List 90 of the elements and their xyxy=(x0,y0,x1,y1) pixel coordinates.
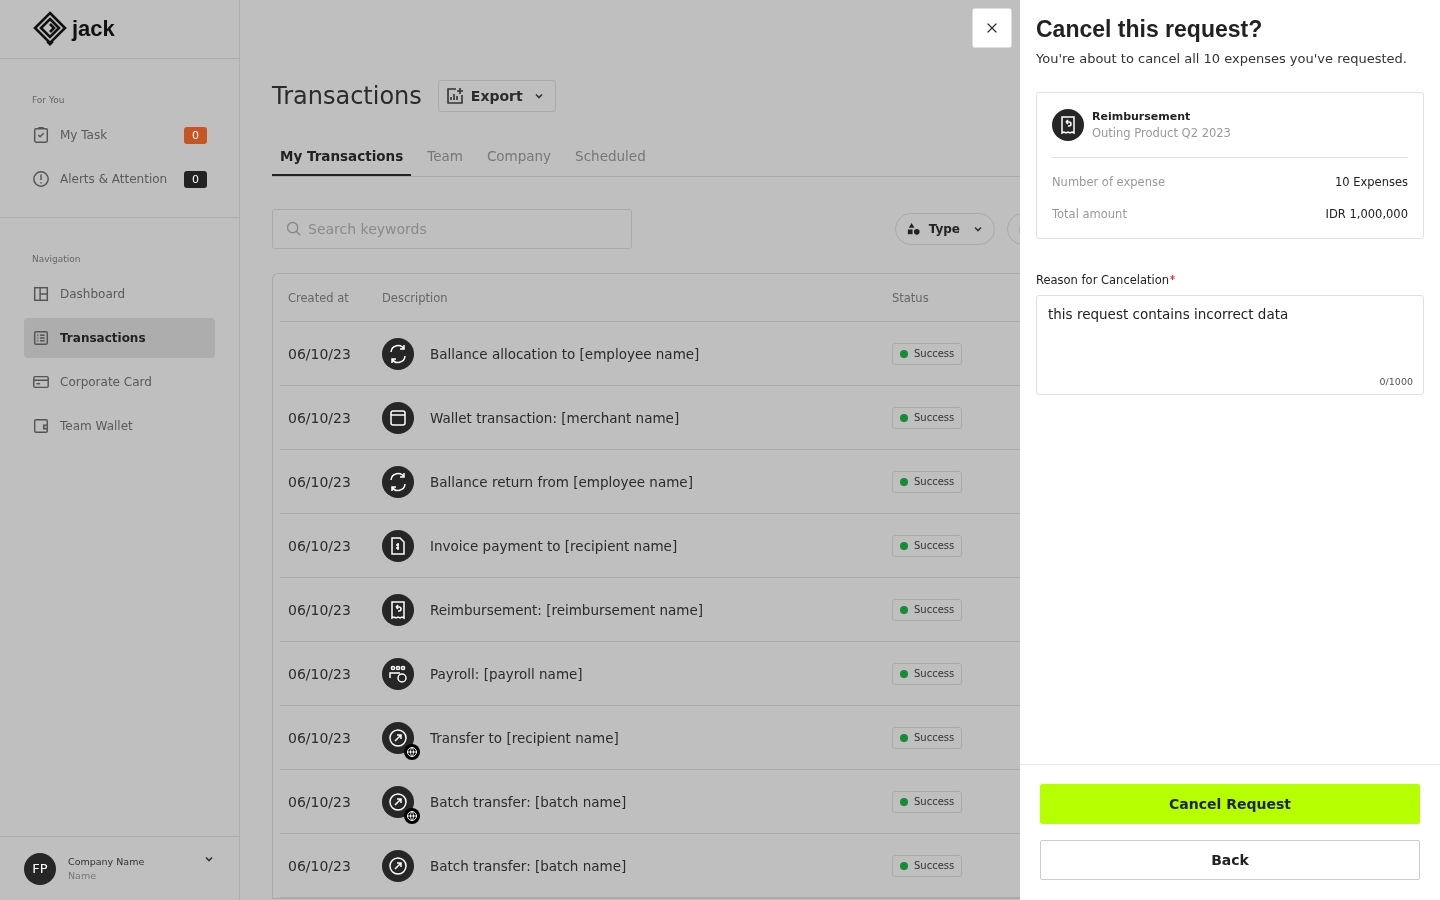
invoice-icon xyxy=(382,529,414,562)
detail-label: Total amount xyxy=(1052,207,1127,221)
status-dot xyxy=(900,541,908,550)
section-title: Navigation xyxy=(31,254,82,264)
field-label: Reason for Cancelation xyxy=(1036,273,1170,287)
description-cell: Transfer to [recipient name] xyxy=(430,729,619,746)
status-dot xyxy=(900,605,908,614)
status-dot xyxy=(900,349,908,358)
request-type: Reimbursement xyxy=(1092,110,1192,123)
description-cell: Batch transfer: [batch name] xyxy=(430,793,627,810)
date-cell-text: 06/10/23 xyxy=(287,729,352,746)
status-text: Success xyxy=(914,348,955,359)
character-counter: 0/1000 xyxy=(1379,376,1413,387)
credit-card-icon xyxy=(32,373,50,391)
close-icon xyxy=(985,21,999,35)
nav-item[interactable]: Team Wallet xyxy=(24,406,215,446)
status-dot xyxy=(900,733,908,742)
nav-item[interactable]: Dashboard xyxy=(24,274,215,314)
reimbursement-icon xyxy=(382,593,414,626)
wallet-icon xyxy=(32,417,50,435)
dialog-subtitle: You're about to cancel all 10 expenses you've requested. xyxy=(1036,51,1408,66)
detail-value: IDR 1,000,000 xyxy=(1325,207,1408,221)
nav-item[interactable]: Alerts & Attention 0 xyxy=(24,159,215,199)
wallet-icon xyxy=(382,401,414,434)
detail-label: Number of expense xyxy=(1052,175,1165,189)
status-text: Success xyxy=(914,860,955,871)
date-cell-text: 06/10/23 xyxy=(287,345,352,362)
status-text: Success xyxy=(914,796,955,807)
count-badge: 0 xyxy=(184,126,207,144)
status-dot xyxy=(900,669,908,678)
date-cell-text: 06/10/23 xyxy=(287,857,352,874)
user-name: Name xyxy=(68,870,98,881)
logo-text: jack xyxy=(72,16,115,42)
description-cell: Invoice payment to [recipient name] xyxy=(430,537,678,554)
logo-icon xyxy=(32,11,68,47)
avatar: FP xyxy=(24,852,56,885)
reimbursement-icon xyxy=(1052,109,1084,141)
description-cell: Ballance allocation to [employee name] xyxy=(430,345,700,362)
date-cell-text: 06/10/23 xyxy=(287,601,352,618)
column-header: Description xyxy=(382,290,449,305)
sync-icon xyxy=(382,337,414,370)
close-button[interactable] xyxy=(972,8,1012,48)
dialog-title: Cancel this request? xyxy=(1036,16,1264,43)
status-text: Success xyxy=(914,732,955,743)
chart-icon xyxy=(444,86,465,106)
export-button[interactable]: Export xyxy=(437,80,556,112)
date-cell-text: 06/10/23 xyxy=(287,665,352,682)
date-cell-text: 06/10/23 xyxy=(287,473,352,490)
shapes-icon xyxy=(905,221,921,237)
section-title: For You xyxy=(31,95,66,105)
status-dot xyxy=(900,477,908,486)
description-cell: Ballance return from [employee name] xyxy=(430,473,693,490)
layout-icon xyxy=(32,285,50,303)
date-cell-text: 06/10/23 xyxy=(287,793,352,810)
nav-item[interactable]: Transactions xyxy=(24,318,215,358)
exclamation-circle-icon xyxy=(32,170,50,188)
date-cell-text: 06/10/23 xyxy=(287,537,352,554)
column-header: Created at xyxy=(287,290,350,305)
status-text: Success xyxy=(914,476,955,487)
sync-icon xyxy=(382,465,414,498)
request-name: Outing Product Q2 2023 xyxy=(1092,126,1231,140)
back-button[interactable]: Back xyxy=(1040,840,1420,880)
status-text: Success xyxy=(914,540,955,551)
description-cell: Reimbursement: [reimbursement name] xyxy=(430,601,704,618)
status-dot xyxy=(900,797,908,806)
list-icon xyxy=(32,329,50,347)
clipboard-check-icon xyxy=(32,126,50,144)
transfer-icon xyxy=(382,721,414,754)
payroll-icon xyxy=(382,657,414,690)
description-cell: Payroll: [payroll name] xyxy=(430,665,583,682)
description-cell: Wallet transaction: [merchant name] xyxy=(430,409,680,426)
description-cell: Batch transfer: [batch name] xyxy=(430,857,627,874)
status-dot xyxy=(900,413,908,422)
status-dot xyxy=(900,861,908,870)
status-text: Success xyxy=(914,604,955,615)
status-text: Success xyxy=(914,668,955,679)
transfer-icon xyxy=(382,785,414,818)
page-title: Transactions xyxy=(272,82,422,110)
tab[interactable]: My Transactions xyxy=(272,140,412,176)
transfer-icon xyxy=(382,849,414,882)
count-badge: 0 xyxy=(184,170,207,188)
cancel-request-button[interactable]: Cancel Request xyxy=(1040,784,1420,824)
column-header: Status xyxy=(892,290,930,305)
status-text: Success xyxy=(914,412,955,423)
detail-value: 10 Expenses xyxy=(1334,175,1408,189)
nav-item[interactable]: Corporate Card xyxy=(24,362,215,402)
company-name: Company Name xyxy=(68,856,146,867)
nav-item[interactable]: My Task 0 xyxy=(24,115,215,155)
date-cell-text: 06/10/23 xyxy=(287,409,352,426)
search-icon xyxy=(285,220,302,237)
